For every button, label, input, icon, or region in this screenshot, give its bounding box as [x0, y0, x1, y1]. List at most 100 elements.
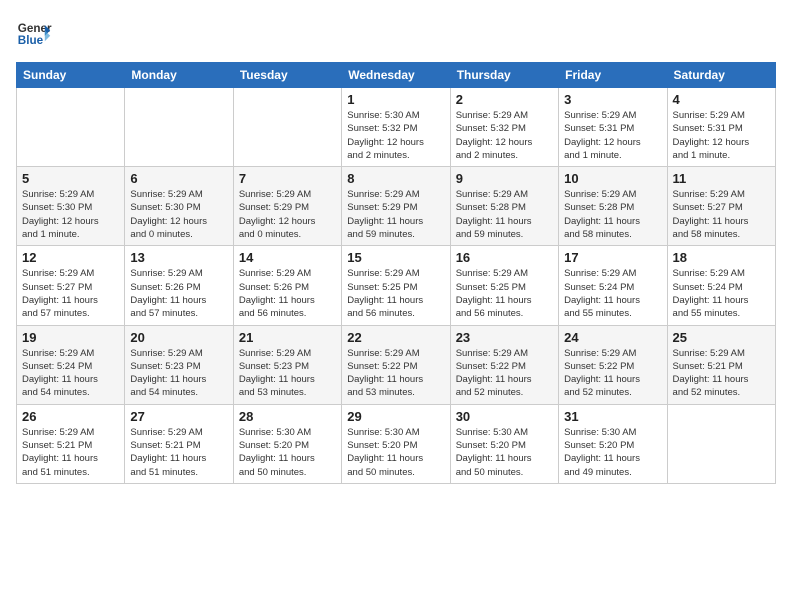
day-info: Sunrise: 5:29 AM Sunset: 5:25 PM Dayligh… — [347, 267, 444, 320]
calendar-week-row: 1 Sunrise: 5:30 AM Sunset: 5:32 PM Daylig… — [17, 88, 776, 167]
calendar-cell: 6 Sunrise: 5:29 AM Sunset: 5:30 PM Daylig… — [125, 167, 233, 246]
day-number: 14 — [239, 250, 336, 265]
calendar-cell — [125, 88, 233, 167]
calendar-cell: 31 Sunrise: 5:30 AM Sunset: 5:20 PM Dayli… — [559, 404, 667, 483]
day-number: 5 — [22, 171, 119, 186]
day-info: Sunrise: 5:29 AM Sunset: 5:31 PM Dayligh… — [673, 109, 770, 162]
day-info: Sunrise: 5:29 AM Sunset: 5:22 PM Dayligh… — [347, 347, 444, 400]
day-info: Sunrise: 5:29 AM Sunset: 5:21 PM Dayligh… — [22, 426, 119, 479]
calendar-cell: 9 Sunrise: 5:29 AM Sunset: 5:28 PM Daylig… — [450, 167, 558, 246]
day-info: Sunrise: 5:29 AM Sunset: 5:23 PM Dayligh… — [130, 347, 227, 400]
day-number: 12 — [22, 250, 119, 265]
day-info: Sunrise: 5:29 AM Sunset: 5:21 PM Dayligh… — [673, 347, 770, 400]
day-info: Sunrise: 5:30 AM Sunset: 5:32 PM Dayligh… — [347, 109, 444, 162]
calendar-cell: 1 Sunrise: 5:30 AM Sunset: 5:32 PM Daylig… — [342, 88, 450, 167]
day-number: 30 — [456, 409, 553, 424]
weekday-header-wednesday: Wednesday — [342, 63, 450, 88]
weekday-header-saturday: Saturday — [667, 63, 775, 88]
day-info: Sunrise: 5:29 AM Sunset: 5:26 PM Dayligh… — [130, 267, 227, 320]
day-info: Sunrise: 5:29 AM Sunset: 5:28 PM Dayligh… — [456, 188, 553, 241]
weekday-header-monday: Monday — [125, 63, 233, 88]
day-number: 9 — [456, 171, 553, 186]
calendar-cell — [667, 404, 775, 483]
day-number: 17 — [564, 250, 661, 265]
day-number: 31 — [564, 409, 661, 424]
calendar-cell — [233, 88, 341, 167]
day-info: Sunrise: 5:29 AM Sunset: 5:22 PM Dayligh… — [564, 347, 661, 400]
day-number: 27 — [130, 409, 227, 424]
calendar-week-row: 26 Sunrise: 5:29 AM Sunset: 5:21 PM Dayli… — [17, 404, 776, 483]
day-info: Sunrise: 5:29 AM Sunset: 5:23 PM Dayligh… — [239, 347, 336, 400]
calendar-cell: 10Sunrise: 5:29 AM Sunset: 5:28 PM Dayli… — [559, 167, 667, 246]
calendar-cell: 24 Sunrise: 5:29 AM Sunset: 5:22 PM Dayli… — [559, 325, 667, 404]
day-number: 28 — [239, 409, 336, 424]
day-number: 20 — [130, 330, 227, 345]
day-info: Sunrise: 5:29 AM Sunset: 5:29 PM Dayligh… — [347, 188, 444, 241]
logo-icon: General Blue — [16, 16, 52, 52]
day-info: Sunrise: 5:30 AM Sunset: 5:20 PM Dayligh… — [239, 426, 336, 479]
calendar-cell: 29Sunrise: 5:30 AM Sunset: 5:20 PM Dayli… — [342, 404, 450, 483]
calendar-cell: 13 Sunrise: 5:29 AM Sunset: 5:26 PM Dayli… — [125, 246, 233, 325]
calendar-cell: 2 Sunrise: 5:29 AM Sunset: 5:32 PM Daylig… — [450, 88, 558, 167]
day-number: 29 — [347, 409, 444, 424]
day-number: 24 — [564, 330, 661, 345]
calendar-cell: 17 Sunrise: 5:29 AM Sunset: 5:24 PM Dayli… — [559, 246, 667, 325]
calendar-week-row: 19 Sunrise: 5:29 AM Sunset: 5:24 PM Dayli… — [17, 325, 776, 404]
calendar-cell: 7Sunrise: 5:29 AM Sunset: 5:29 PM Daylig… — [233, 167, 341, 246]
calendar-cell — [17, 88, 125, 167]
day-info: Sunrise: 5:29 AM Sunset: 5:27 PM Dayligh… — [673, 188, 770, 241]
day-number: 3 — [564, 92, 661, 107]
calendar-cell: 23 Sunrise: 5:29 AM Sunset: 5:22 PM Dayli… — [450, 325, 558, 404]
day-info: Sunrise: 5:29 AM Sunset: 5:29 PM Dayligh… — [239, 188, 336, 241]
calendar-week-row: 12 Sunrise: 5:29 AM Sunset: 5:27 PM Dayli… — [17, 246, 776, 325]
day-info: Sunrise: 5:29 AM Sunset: 5:24 PM Dayligh… — [673, 267, 770, 320]
calendar-table: SundayMondayTuesdayWednesdayThursdayFrid… — [16, 62, 776, 484]
day-number: 4 — [673, 92, 770, 107]
weekday-header-tuesday: Tuesday — [233, 63, 341, 88]
svg-text:Blue: Blue — [18, 34, 44, 47]
calendar-cell: 26 Sunrise: 5:29 AM Sunset: 5:21 PM Dayli… — [17, 404, 125, 483]
calendar-cell: 15 Sunrise: 5:29 AM Sunset: 5:25 PM Dayli… — [342, 246, 450, 325]
day-number: 6 — [130, 171, 227, 186]
calendar-cell: 18 Sunrise: 5:29 AM Sunset: 5:24 PM Dayli… — [667, 246, 775, 325]
calendar-cell: 16 Sunrise: 5:29 AM Sunset: 5:25 PM Dayli… — [450, 246, 558, 325]
day-number: 1 — [347, 92, 444, 107]
day-number: 25 — [673, 330, 770, 345]
day-number: 2 — [456, 92, 553, 107]
calendar-cell: 20 Sunrise: 5:29 AM Sunset: 5:23 PM Dayli… — [125, 325, 233, 404]
day-number: 16 — [456, 250, 553, 265]
calendar-cell: 8 Sunrise: 5:29 AM Sunset: 5:29 PM Daylig… — [342, 167, 450, 246]
day-number: 11 — [673, 171, 770, 186]
day-info: Sunrise: 5:29 AM Sunset: 5:30 PM Dayligh… — [130, 188, 227, 241]
calendar-cell: 5 Sunrise: 5:29 AM Sunset: 5:30 PM Daylig… — [17, 167, 125, 246]
calendar-cell: 30Sunrise: 5:30 AM Sunset: 5:20 PM Dayli… — [450, 404, 558, 483]
calendar-cell: 12 Sunrise: 5:29 AM Sunset: 5:27 PM Dayli… — [17, 246, 125, 325]
day-info: Sunrise: 5:29 AM Sunset: 5:30 PM Dayligh… — [22, 188, 119, 241]
calendar-cell: 14 Sunrise: 5:29 AM Sunset: 5:26 PM Dayli… — [233, 246, 341, 325]
calendar-cell: 21Sunrise: 5:29 AM Sunset: 5:23 PM Dayli… — [233, 325, 341, 404]
calendar-cell: 4 Sunrise: 5:29 AM Sunset: 5:31 PM Daylig… — [667, 88, 775, 167]
calendar-week-row: 5 Sunrise: 5:29 AM Sunset: 5:30 PM Daylig… — [17, 167, 776, 246]
day-info: Sunrise: 5:29 AM Sunset: 5:26 PM Dayligh… — [239, 267, 336, 320]
day-info: Sunrise: 5:29 AM Sunset: 5:24 PM Dayligh… — [22, 347, 119, 400]
weekday-header-row: SundayMondayTuesdayWednesdayThursdayFrid… — [17, 63, 776, 88]
day-info: Sunrise: 5:29 AM Sunset: 5:32 PM Dayligh… — [456, 109, 553, 162]
calendar-cell: 3Sunrise: 5:29 AM Sunset: 5:31 PM Daylig… — [559, 88, 667, 167]
day-number: 15 — [347, 250, 444, 265]
day-info: Sunrise: 5:30 AM Sunset: 5:20 PM Dayligh… — [564, 426, 661, 479]
day-info: Sunrise: 5:29 AM Sunset: 5:27 PM Dayligh… — [22, 267, 119, 320]
calendar-cell: 11 Sunrise: 5:29 AM Sunset: 5:27 PM Dayli… — [667, 167, 775, 246]
day-number: 19 — [22, 330, 119, 345]
day-number: 26 — [22, 409, 119, 424]
day-number: 8 — [347, 171, 444, 186]
day-info: Sunrise: 5:29 AM Sunset: 5:22 PM Dayligh… — [456, 347, 553, 400]
day-number: 13 — [130, 250, 227, 265]
day-number: 22 — [347, 330, 444, 345]
day-number: 18 — [673, 250, 770, 265]
day-number: 23 — [456, 330, 553, 345]
calendar-cell: 19 Sunrise: 5:29 AM Sunset: 5:24 PM Dayli… — [17, 325, 125, 404]
day-info: Sunrise: 5:29 AM Sunset: 5:25 PM Dayligh… — [456, 267, 553, 320]
calendar-cell: 28 Sunrise: 5:30 AM Sunset: 5:20 PM Dayli… — [233, 404, 341, 483]
day-info: Sunrise: 5:29 AM Sunset: 5:24 PM Dayligh… — [564, 267, 661, 320]
calendar-cell: 25 Sunrise: 5:29 AM Sunset: 5:21 PM Dayli… — [667, 325, 775, 404]
